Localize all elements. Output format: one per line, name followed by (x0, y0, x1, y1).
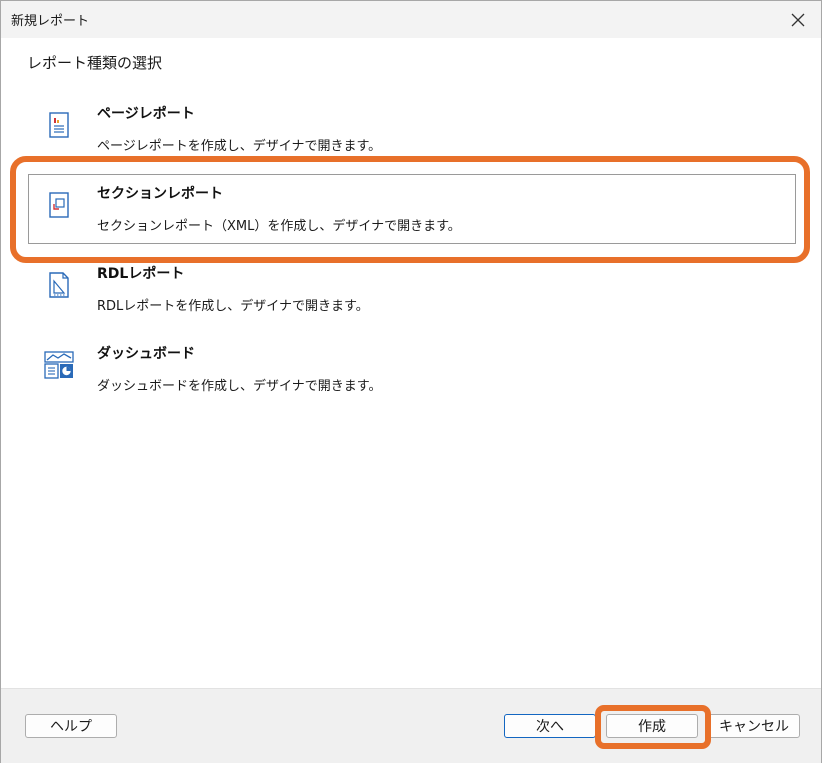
help-button[interactable]: ヘルプ (25, 714, 117, 738)
section-heading: レポート種類の選択 (27, 54, 163, 72)
dialog-content: レポート種類の選択 ページレポート ページレポートを作成し、デザイナで開きます。… (1, 38, 821, 688)
report-type-description: ダッシュボードを作成し、デザイナで開きます。 (97, 379, 382, 394)
dialog-title: 新規レポート (11, 14, 90, 29)
rdl-report-icon (49, 272, 69, 298)
report-type-title: RDLレポート (97, 266, 185, 282)
report-type-title: ページレポート (97, 106, 195, 122)
report-type-description: RDLレポートを作成し、デザイナで開きます。 (97, 299, 369, 314)
report-type-title: セクションレポート (97, 186, 223, 202)
report-type-rdl[interactable]: RDLレポート RDLレポートを作成し、デザイナで開きます。 (28, 254, 796, 324)
dashboard-icon (44, 351, 74, 379)
close-button[interactable] (775, 1, 821, 38)
section-report-icon (49, 192, 69, 218)
create-button[interactable]: 作成 (606, 714, 698, 738)
report-type-section[interactable]: セクションレポート セクションレポート（XML）を作成し、デザイナで開きます。 (28, 174, 796, 244)
new-report-dialog: 新規レポート レポート種類の選択 ページレポート ページレポートを作成し、デザイ… (0, 0, 822, 763)
title-bar: 新規レポート (1, 1, 821, 38)
report-type-dashboard[interactable]: ダッシュボード ダッシュボードを作成し、デザイナで開きます。 (28, 334, 796, 404)
next-button[interactable]: 次へ (504, 714, 596, 738)
cancel-button[interactable]: キャンセル (708, 714, 800, 738)
dialog-footer: ヘルプ 次へ 作成 キャンセル (1, 688, 821, 763)
report-type-description: ページレポートを作成し、デザイナで開きます。 (97, 139, 382, 154)
close-icon (791, 13, 805, 26)
page-report-icon (49, 112, 69, 138)
report-type-page[interactable]: ページレポート ページレポートを作成し、デザイナで開きます。 (28, 94, 796, 164)
report-type-description: セクションレポート（XML）を作成し、デザイナで開きます。 (97, 219, 461, 234)
report-type-title: ダッシュボード (97, 346, 195, 362)
